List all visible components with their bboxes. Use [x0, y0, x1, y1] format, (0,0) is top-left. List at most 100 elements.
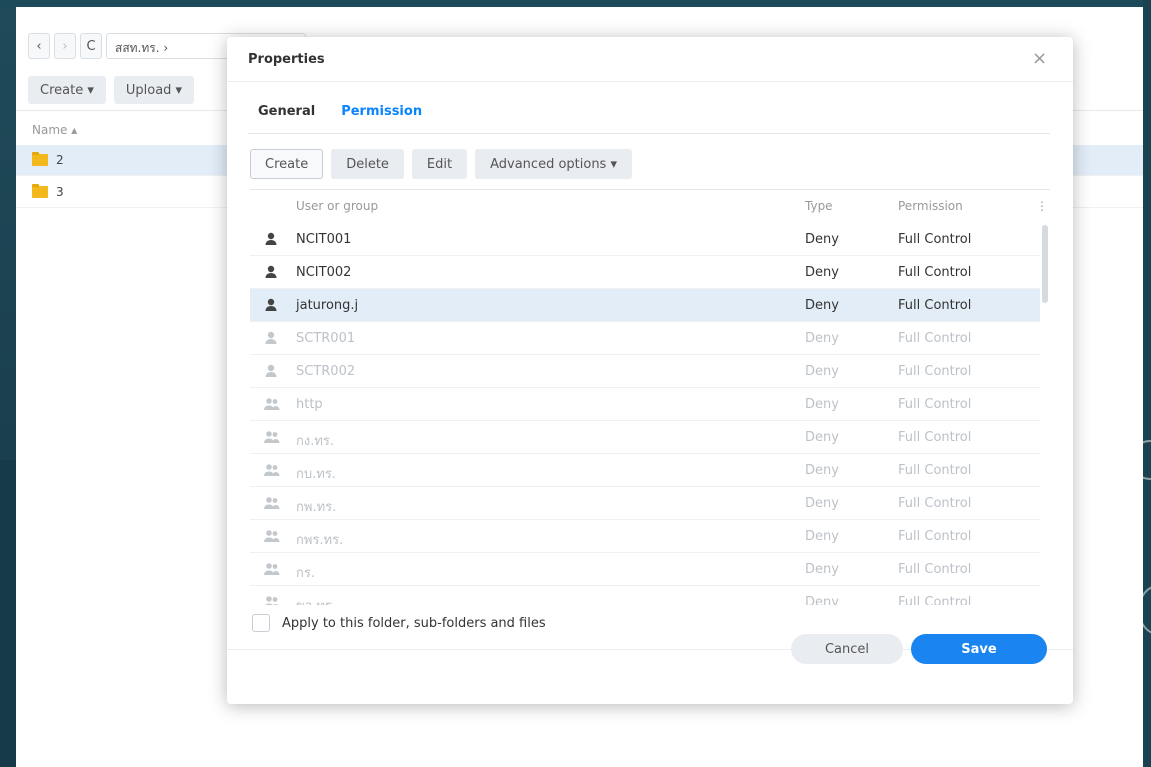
background-left-strip [0, 460, 16, 767]
permission-table: User or group Type Permission ⋮ NCIT001 D… [250, 189, 1050, 605]
col-type-header[interactable]: Type [805, 199, 833, 213]
entry-type: Deny [805, 232, 839, 247]
forward-button[interactable]: › [54, 33, 76, 59]
fm-name-header[interactable]: Name ▴ [32, 123, 77, 137]
table-row[interactable]: กร. Deny Full Control [250, 553, 1040, 586]
save-button[interactable]: Save [911, 634, 1047, 664]
table-row[interactable]: SCTR002 Deny Full Control [250, 355, 1040, 388]
table-row[interactable]: กบ.ทร. Deny Full Control [250, 454, 1040, 487]
table-row[interactable]: กง.ทร. Deny Full Control [250, 421, 1040, 454]
permission-toolbar: Create Delete Edit Advanced options ▾ [250, 149, 632, 179]
entry-permission: Full Control [898, 430, 972, 445]
fm-folder-name: 2 [56, 153, 64, 167]
entry-type: Deny [805, 364, 839, 379]
entry-type: Deny [805, 265, 839, 280]
entry-name: SCTR001 [296, 331, 356, 346]
table-row[interactable]: กพ.ทร. Deny Full Control [250, 487, 1040, 520]
user-icon [263, 330, 279, 346]
entry-permission: Full Control [898, 496, 972, 511]
table-row[interactable]: jaturong.j Deny Full Control [250, 289, 1040, 322]
background-right-strip [1143, 0, 1151, 767]
entry-name: jaturong.j [296, 298, 359, 313]
group-icon [263, 495, 280, 511]
entry-type: Deny [805, 463, 839, 478]
entry-permission: Full Control [898, 397, 972, 412]
col-user-header[interactable]: User or group [296, 199, 378, 213]
entry-type: Deny [805, 331, 839, 346]
tab-bar: General Permission [258, 104, 422, 119]
entry-type: Deny [805, 562, 839, 577]
table-row[interactable]: http Deny Full Control [250, 388, 1040, 421]
entry-name: กพร.ทร. [296, 533, 344, 548]
user-icon [263, 231, 279, 247]
entry-name: กบ.ทร. [296, 467, 336, 482]
entry-name: กร. [296, 566, 315, 581]
entry-name: NCIT002 [296, 265, 352, 280]
entry-permission: Full Control [898, 364, 972, 379]
entry-name: NCIT001 [296, 232, 352, 247]
entry-type: Deny [805, 397, 839, 412]
group-icon [263, 594, 279, 605]
entry-name: ขว.ทร. [296, 595, 336, 605]
scrollbar-thumb[interactable] [1042, 225, 1048, 303]
folder-icon [32, 184, 48, 198]
entry-permission: Full Control [898, 529, 972, 544]
tab-general[interactable]: General [258, 104, 315, 119]
entry-permission: Full Control [898, 232, 972, 247]
table-header: User or group Type Permission ⋮ [250, 190, 1050, 223]
entry-type: Deny [805, 430, 839, 445]
entry-type: Deny [805, 298, 839, 313]
apply-label: Apply to this folder, sub-folders and fi… [282, 615, 546, 631]
entry-permission: Full Control [898, 265, 972, 280]
entry-type: Deny [805, 595, 839, 605]
folder-icon [32, 152, 48, 166]
fm-create-button[interactable]: Create ▾ [28, 76, 106, 104]
properties-dialog: Properties × General Permission Create D… [227, 37, 1073, 704]
group-icon [263, 528, 280, 544]
advanced-options-button[interactable]: Advanced options ▾ [475, 149, 632, 179]
table-row[interactable]: NCIT001 Deny Full Control [250, 223, 1040, 256]
tab-permission[interactable]: Permission [341, 104, 422, 119]
entry-type: Deny [805, 529, 839, 544]
entry-permission: Full Control [898, 562, 972, 577]
background-top-strip [0, 0, 1151, 7]
edit-button[interactable]: Edit [411, 149, 468, 179]
apply-option[interactable]: Apply to this folder, sub-folders and fi… [252, 614, 546, 632]
user-icon [263, 264, 279, 280]
scrollbar[interactable] [1040, 223, 1050, 605]
group-icon [263, 396, 280, 412]
entry-name: กง.ทร. [296, 434, 335, 449]
table-row[interactable]: ขว.ทร. Deny Full Control [250, 586, 1040, 605]
delete-button[interactable]: Delete [331, 149, 404, 179]
entry-permission: Full Control [898, 463, 972, 478]
fm-folder-name: 3 [56, 185, 64, 199]
entry-permission: Full Control [898, 298, 972, 313]
back-button[interactable]: ‹ [28, 33, 50, 59]
user-icon [263, 297, 279, 313]
close-icon[interactable]: × [1032, 49, 1047, 69]
dialog-title: Properties [248, 52, 325, 67]
table-row[interactable]: กพร.ทร. Deny Full Control [250, 520, 1040, 553]
group-icon [263, 561, 280, 577]
entry-name: SCTR002 [296, 364, 356, 379]
group-icon [263, 429, 280, 445]
cancel-button[interactable]: Cancel [791, 634, 903, 664]
fm-actions: Create ▾ Upload ▾ [28, 76, 195, 104]
user-icon [263, 363, 279, 379]
fm-upload-button[interactable]: Upload ▾ [113, 76, 195, 104]
refresh-button[interactable]: C [80, 33, 102, 59]
table-row[interactable]: NCIT002 Deny Full Control [250, 256, 1040, 289]
group-icon [263, 462, 280, 478]
column-menu-icon[interactable]: ⋮ [1036, 199, 1048, 213]
table-row[interactable]: SCTR001 Deny Full Control [250, 322, 1040, 355]
apply-checkbox[interactable] [252, 614, 270, 632]
entry-permission: Full Control [898, 331, 972, 346]
entry-permission: Full Control [898, 595, 972, 605]
entry-name: http [296, 397, 323, 412]
col-permission-header[interactable]: Permission [898, 199, 963, 213]
title-divider [227, 81, 1073, 82]
entry-type: Deny [805, 496, 839, 511]
tabs-divider [248, 133, 1050, 134]
entry-name: กพ.ทร. [296, 500, 337, 515]
create-button[interactable]: Create [250, 149, 324, 179]
